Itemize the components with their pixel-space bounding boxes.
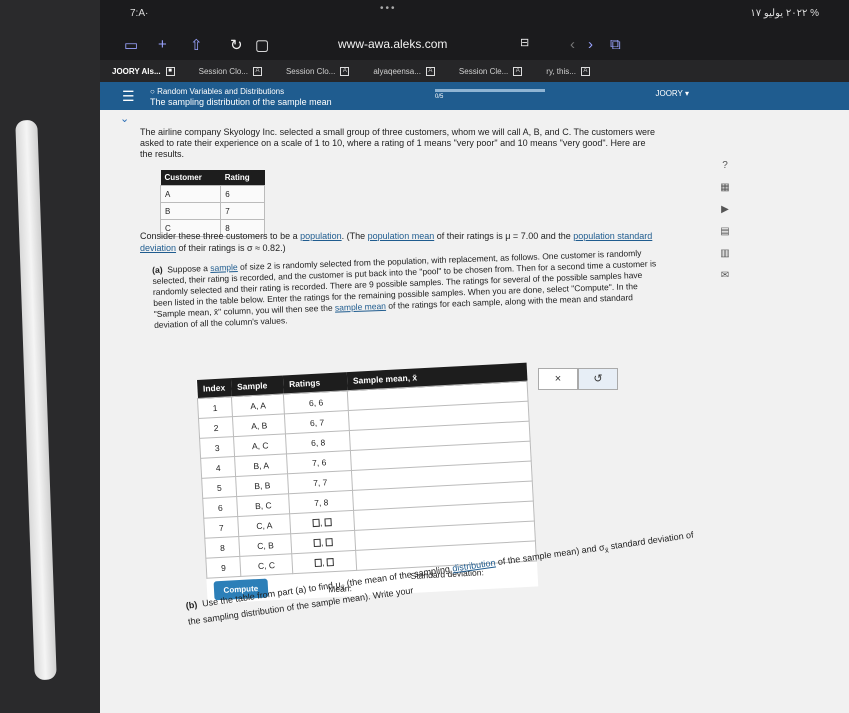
chevron-down-icon[interactable]: ⌄ (120, 112, 129, 125)
rating-input-box[interactable] (326, 558, 335, 567)
sample-mean-link[interactable]: sample mean (335, 301, 386, 313)
sidebar-icon[interactable]: ▭ (124, 36, 138, 54)
undo-button[interactable]: ↺ (578, 368, 618, 390)
user-menu[interactable]: JOORY ▾ (655, 89, 689, 98)
status-time: 7:A· (130, 8, 149, 19)
table-header: Index (196, 378, 232, 399)
topic-title: ○ Random Variables and Distributions (150, 87, 285, 96)
table-row: A6 (159, 185, 265, 203)
share-icon[interactable]: ⇧ (190, 36, 203, 54)
population-mean-link[interactable]: population mean (368, 231, 435, 241)
help-icon[interactable]: ? (710, 160, 740, 182)
calculator-icon[interactable]: ▦ (710, 182, 740, 204)
tab-joory[interactable]: JOORY Als... ■ (100, 66, 187, 76)
clear-button[interactable]: × (538, 368, 578, 390)
rating-input-box[interactable] (312, 518, 321, 528)
side-toolbar: ? ▦ ▶ ▤ ▥ ✉ (710, 160, 740, 292)
reload-icon[interactable]: ↻ (230, 36, 243, 54)
population-link[interactable]: population (300, 231, 342, 241)
forward-icon[interactable]: › (588, 36, 593, 53)
tab-session-2[interactable]: Session Clo... A (274, 66, 361, 76)
tab-alyaqeensa[interactable]: alyaqeensa... A (361, 66, 447, 76)
tab-ry-this[interactable]: ry, this... A (534, 66, 602, 76)
tab-close-icon: ■ (165, 66, 175, 76)
tab-badge-icon: A (340, 66, 350, 76)
subtopic-title: The sampling distribution of the sample … (150, 97, 332, 107)
tab-badge-icon: A (513, 66, 523, 76)
rating-input-box[interactable] (314, 558, 323, 568)
status-dots: ••• (380, 3, 397, 14)
tab-badge-icon: A (425, 66, 435, 76)
table-header: Customer (160, 170, 221, 186)
aleks-header: ☰ ○ Random Variables and Distributions T… (100, 82, 849, 110)
progress-indicator: 0/5 (435, 89, 545, 100)
url-bar[interactable]: www-awa.aleks.com (338, 37, 447, 51)
table-row: B7 (159, 202, 265, 220)
problem-intro: The airline company Skyology Inc. select… (140, 127, 656, 159)
customer-table: Customer Rating A6 B7 C8 (159, 170, 265, 237)
data-icon[interactable]: ▤ (710, 226, 740, 248)
menu-icon[interactable]: ☰ (122, 88, 135, 105)
back-icon[interactable]: ‹ (570, 36, 575, 53)
progress-bar (435, 89, 545, 92)
status-bar: 7:A· ••• ٢٠٢٢ يوليو ١٧ % (100, 0, 849, 30)
book-icon[interactable]: ▥ (710, 248, 740, 270)
tab-bar: JOORY Als... ■ Session Clo... A Session Cl… (100, 60, 849, 82)
browser-toolbar: ▭ + ⇧ ↻ ▢ www-awa.aleks.com ⊟ ‹ › ⧉ (100, 30, 849, 60)
bookmark-icon[interactable]: ⊟ (520, 36, 529, 49)
message-icon[interactable]: ✉ (710, 270, 740, 292)
table-header: Rating (220, 170, 265, 186)
tab-badge-icon: A (580, 66, 590, 76)
tabs-overview-icon[interactable]: ⧉ (610, 36, 621, 53)
answer-tools: × ↺ (538, 368, 618, 390)
status-right: ٢٠٢٢ يوليو ١٧ % (750, 8, 819, 19)
sample-link[interactable]: sample (210, 262, 238, 273)
video-icon[interactable]: ▶ (710, 204, 740, 226)
tab-session-1[interactable]: Session Clo... A (187, 66, 274, 76)
rating-input-box[interactable] (325, 538, 333, 547)
tab-badge-icon: A (252, 66, 262, 76)
new-tab-icon[interactable]: + (158, 36, 167, 53)
rating-input-box[interactable] (313, 538, 322, 548)
tab-session-3[interactable]: Session Cle... A (447, 66, 534, 76)
reader-icon[interactable]: ▢ (255, 36, 269, 54)
rating-input-box[interactable] (324, 518, 332, 527)
